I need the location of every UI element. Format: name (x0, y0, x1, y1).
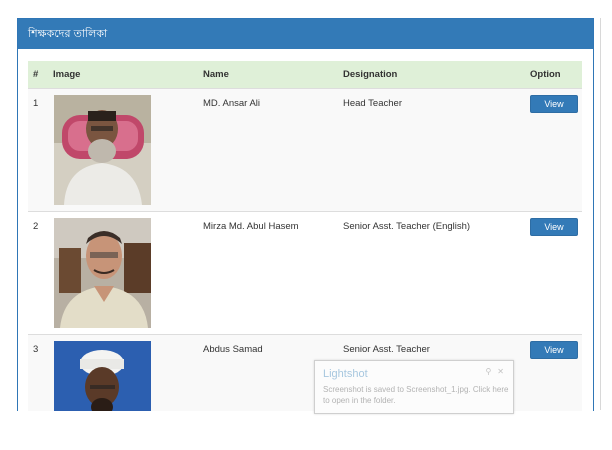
row-number: 2 (33, 221, 39, 232)
header-option: Option (530, 61, 582, 89)
teacher-name: Mirza Md. Abul Hasem (203, 221, 299, 232)
row-number: 3 (33, 344, 39, 355)
teacher-designation: Senior Asst. Teacher (343, 344, 430, 355)
view-button[interactable]: View (530, 95, 578, 113)
notification-controls: ⚲ ✕ (479, 367, 504, 376)
close-icon[interactable]: ✕ (497, 367, 504, 376)
teachers-panel: শিক্ষকদের তালিকা # Image Name Designatio… (17, 18, 594, 411)
table-row: 2 Mirza Md. Abul Hasem Senior Asst. Teac… (28, 211, 582, 335)
table-header-row: # Image Name Designation Option (28, 61, 582, 89)
page-border (600, 18, 601, 410)
header-image: Image (53, 61, 203, 89)
header-designation: Designation (343, 61, 530, 89)
teachers-table: # Image Name Designation Option 1 MD. An… (28, 61, 582, 411)
teacher-name: Abdus Samad (203, 344, 263, 355)
header-name: Name (203, 61, 343, 89)
panel-title: শিক্ষকদের তালিকা (18, 19, 593, 49)
view-button[interactable]: View (530, 341, 578, 359)
teacher-photo (54, 218, 151, 328)
notification-title: Lightshot (323, 368, 368, 380)
row-number: 1 (33, 98, 39, 109)
notification-message: Screenshot is saved to Screenshot_1.jpg.… (323, 385, 509, 405)
header-number: # (28, 61, 53, 89)
teacher-photo (54, 95, 151, 205)
teacher-designation: Head Teacher (343, 98, 402, 109)
teacher-photo (54, 341, 151, 411)
lightshot-notification[interactable]: Lightshot ⚲ ✕ Screenshot is saved to Scre… (314, 360, 514, 414)
table-row: 1 MD. Ansar Ali Head Teacher View (28, 88, 582, 212)
view-button[interactable]: View (530, 218, 578, 236)
teacher-designation: Senior Asst. Teacher (English) (343, 221, 471, 232)
teacher-name: MD. Ansar Ali (203, 98, 261, 109)
search-icon[interactable]: ⚲ (485, 367, 491, 376)
